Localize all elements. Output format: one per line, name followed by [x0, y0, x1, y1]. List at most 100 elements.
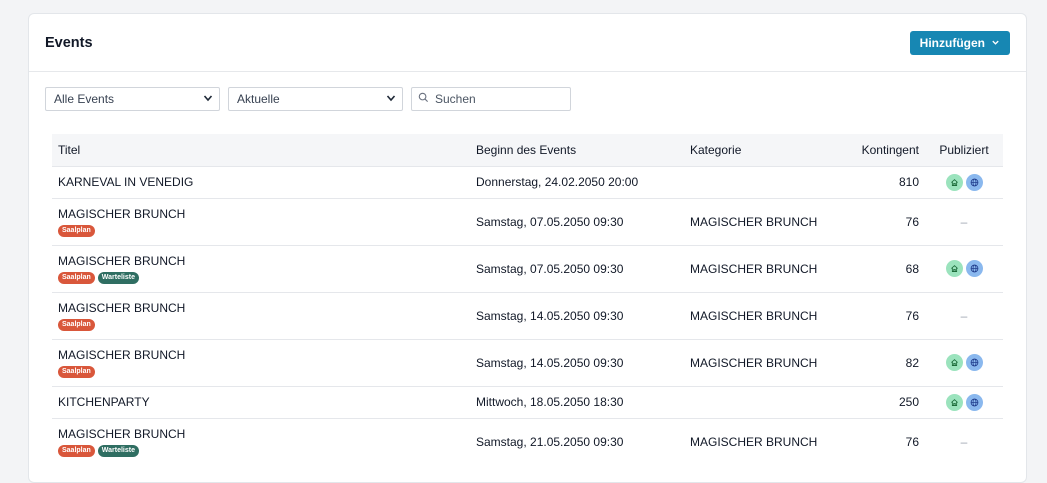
page-title: Events	[45, 34, 93, 51]
events-filter-select[interactable]: Alle Events	[45, 87, 220, 111]
filter-bar: Alle Events Aktuelle	[45, 87, 571, 111]
cell-published	[925, 244, 1003, 292]
event-title[interactable]: MAGISCHER BRUNCH	[58, 427, 464, 442]
unpublished-marker: –	[960, 214, 968, 229]
saalplan-badge: Saalplan	[58, 318, 95, 331]
cell-start: Samstag, 07.05.2050 09:30	[470, 197, 684, 245]
table-row[interactable]: KITCHENPARTY Mittwoch, 18.05.2050 18:30 …	[52, 385, 1003, 418]
cell-kontingent: 810	[836, 165, 925, 198]
events-filter-value: Alle Events	[54, 92, 115, 106]
cell-published: –	[925, 197, 1003, 245]
cell-published	[925, 338, 1003, 386]
events-table: Titel Beginn des Events Kategorie Kontin…	[52, 134, 1003, 465]
unpublished-marker: –	[960, 434, 968, 449]
add-button-label: Hinzufügen	[919, 35, 985, 50]
badge-group: Saalplan	[58, 365, 464, 378]
cell-start: Samstag, 14.05.2050 09:30	[470, 291, 684, 339]
event-title[interactable]: KITCHENPARTY	[58, 395, 464, 410]
table-row[interactable]: MAGISCHER BRUNCH Saalplan Warteliste Sams…	[52, 244, 1003, 292]
warteliste-badge: Warteliste	[97, 444, 139, 457]
cell-category	[684, 165, 836, 198]
event-title[interactable]: MAGISCHER BRUNCH	[58, 301, 464, 316]
cell-published: –	[925, 417, 1003, 465]
cell-category: MAGISCHER BRUNCH	[684, 291, 836, 339]
home-icon	[945, 173, 963, 191]
column-header-start[interactable]: Beginn des Events	[470, 134, 684, 166]
time-filter-value: Aktuelle	[237, 92, 280, 106]
event-title[interactable]: MAGISCHER BRUNCH	[58, 348, 464, 363]
table-body: KARNEVAL IN VENEDIG Donnerstag, 24.02.20…	[52, 165, 1003, 465]
cell-start: Samstag, 14.05.2050 09:30	[470, 338, 684, 386]
saalplan-badge: Saalplan	[58, 224, 95, 237]
cell-start: Samstag, 07.05.2050 09:30	[470, 244, 684, 292]
table-row[interactable]: MAGISCHER BRUNCH Saalplan Samstag, 14.05…	[52, 291, 1003, 339]
cell-kontingent: 68	[836, 244, 925, 292]
column-header-kontingent[interactable]: Kontingent	[836, 134, 925, 166]
cell-kontingent: 76	[836, 291, 925, 339]
cell-title: MAGISCHER BRUNCH Saalplan	[52, 338, 470, 386]
table-header-row: Titel Beginn des Events Kategorie Kontin…	[52, 134, 1003, 166]
cell-title: MAGISCHER BRUNCH Saalplan Warteliste	[52, 244, 470, 292]
table-row[interactable]: MAGISCHER BRUNCH Saalplan Samstag, 07.05…	[52, 197, 1003, 245]
published-indicators	[945, 260, 983, 277]
cell-kontingent: 76	[836, 417, 925, 465]
cell-category: MAGISCHER BRUNCH	[684, 417, 836, 465]
cell-kontingent: 250	[836, 385, 925, 418]
published-indicators	[945, 393, 983, 411]
search-icon	[418, 92, 429, 106]
globe-icon	[965, 260, 983, 277]
cell-start: Samstag, 21.05.2050 09:30	[470, 417, 684, 465]
card-header: Events Hinzufügen	[29, 14, 1026, 72]
search-box[interactable]	[411, 87, 571, 111]
events-card: Events Hinzufügen Alle Events Aktuelle S…	[28, 13, 1027, 483]
event-title[interactable]: MAGISCHER BRUNCH	[58, 254, 464, 269]
cell-published	[925, 385, 1003, 418]
time-filter-select[interactable]: Aktuelle	[228, 87, 403, 111]
cell-start: Donnerstag, 24.02.2050 20:00	[470, 165, 684, 198]
warteliste-badge: Warteliste	[97, 271, 139, 284]
add-button[interactable]: Hinzufügen	[909, 30, 1010, 55]
chevron-down-icon	[386, 92, 396, 106]
column-header-published[interactable]: Publiziert	[925, 134, 1003, 166]
cell-kontingent: 76	[836, 197, 925, 245]
table-row[interactable]: MAGISCHER BRUNCH Saalplan Samstag, 14.05…	[52, 338, 1003, 386]
cell-start: Mittwoch, 18.05.2050 18:30	[470, 385, 684, 418]
cell-category: MAGISCHER BRUNCH	[684, 244, 836, 292]
cell-title: MAGISCHER BRUNCH Saalplan	[52, 291, 470, 339]
cell-category: MAGISCHER BRUNCH	[684, 338, 836, 386]
cell-category: MAGISCHER BRUNCH	[684, 197, 836, 245]
search-input[interactable]	[435, 92, 555, 106]
cell-category	[684, 385, 836, 418]
home-icon	[945, 393, 963, 411]
chevron-down-icon	[991, 36, 1000, 50]
table-row[interactable]: KARNEVAL IN VENEDIG Donnerstag, 24.02.20…	[52, 165, 1003, 198]
badge-group: Saalplan Warteliste	[58, 444, 464, 457]
cell-published: –	[925, 291, 1003, 339]
event-title[interactable]: MAGISCHER BRUNCH	[58, 207, 464, 222]
column-header-title[interactable]: Titel	[52, 134, 470, 166]
cell-title: KARNEVAL IN VENEDIG	[52, 165, 470, 198]
globe-icon	[965, 173, 983, 191]
home-icon	[945, 354, 963, 371]
saalplan-badge: Saalplan	[58, 444, 95, 457]
chevron-down-icon	[203, 92, 213, 106]
column-header-category[interactable]: Kategorie	[684, 134, 836, 166]
globe-icon	[965, 354, 983, 371]
published-indicators	[945, 173, 983, 191]
event-title[interactable]: KARNEVAL IN VENEDIG	[58, 175, 464, 190]
cell-title: KITCHENPARTY	[52, 385, 470, 418]
table-row[interactable]: MAGISCHER BRUNCH Saalplan Warteliste Sams…	[52, 417, 1003, 465]
published-indicators	[945, 354, 983, 371]
cell-kontingent: 82	[836, 338, 925, 386]
badge-group: Saalplan	[58, 224, 464, 237]
badge-group: Saalplan	[58, 318, 464, 331]
cell-title: MAGISCHER BRUNCH Saalplan Warteliste	[52, 417, 470, 465]
saalplan-badge: Saalplan	[58, 271, 95, 284]
globe-icon	[965, 393, 983, 411]
saalplan-badge: Saalplan	[58, 365, 95, 378]
cell-title: MAGISCHER BRUNCH Saalplan	[52, 197, 470, 245]
unpublished-marker: –	[960, 308, 968, 323]
cell-published	[925, 165, 1003, 198]
home-icon	[945, 260, 963, 277]
badge-group: Saalplan Warteliste	[58, 271, 464, 284]
